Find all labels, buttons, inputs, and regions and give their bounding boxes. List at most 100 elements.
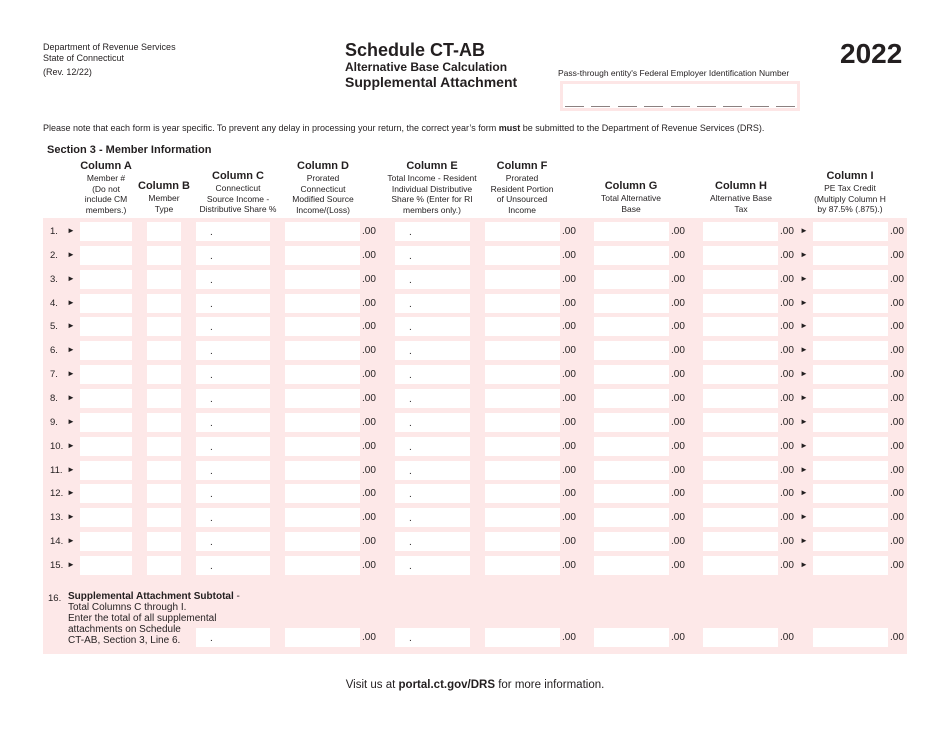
column-b-input[interactable]	[147, 412, 181, 432]
column-i-input[interactable]	[813, 222, 888, 241]
column-f-input[interactable]	[485, 293, 560, 313]
column-c-input[interactable]	[196, 436, 270, 456]
column-a-input[interactable]	[80, 555, 132, 575]
column-g-input[interactable]	[594, 293, 669, 313]
column-i-input[interactable]	[813, 532, 888, 552]
column-h-input[interactable]	[703, 555, 778, 575]
column-h-input[interactable]	[703, 293, 778, 313]
column-b-input[interactable]	[147, 222, 181, 241]
column-i-input[interactable]	[813, 365, 888, 385]
column-b-input[interactable]	[147, 436, 181, 456]
column-d-input[interactable]	[285, 436, 360, 456]
column-h-input[interactable]	[703, 628, 778, 647]
column-h-input[interactable]	[703, 269, 778, 289]
column-b-input[interactable]	[147, 484, 181, 504]
column-i-input[interactable]	[813, 555, 888, 575]
column-c-input[interactable]	[196, 628, 270, 647]
column-h-input[interactable]	[703, 388, 778, 408]
column-g-input[interactable]	[594, 317, 669, 337]
column-i-input[interactable]	[813, 245, 888, 265]
column-h-input[interactable]	[703, 317, 778, 337]
column-h-input[interactable]	[703, 222, 778, 241]
column-h-input[interactable]	[703, 341, 778, 361]
column-d-input[interactable]	[285, 412, 360, 432]
column-d-input[interactable]	[285, 365, 360, 385]
column-g-input[interactable]	[594, 508, 669, 528]
column-f-input[interactable]	[485, 269, 560, 289]
column-e-input[interactable]	[395, 269, 470, 289]
column-h-input[interactable]	[703, 412, 778, 432]
column-e-input[interactable]	[395, 222, 470, 241]
column-b-input[interactable]	[147, 293, 181, 313]
column-h-input[interactable]	[703, 508, 778, 528]
column-g-input[interactable]	[594, 269, 669, 289]
column-b-input[interactable]	[147, 317, 181, 337]
column-c-input[interactable]	[196, 245, 270, 265]
column-d-input[interactable]	[285, 293, 360, 313]
column-d-input[interactable]	[285, 555, 360, 575]
column-c-input[interactable]	[196, 460, 270, 480]
column-i-input[interactable]	[813, 269, 888, 289]
column-h-input[interactable]	[703, 245, 778, 265]
column-d-input[interactable]	[285, 532, 360, 552]
column-g-input[interactable]	[594, 341, 669, 361]
column-h-input[interactable]	[703, 460, 778, 480]
column-e-input[interactable]	[395, 436, 470, 456]
column-a-input[interactable]	[80, 508, 132, 528]
column-e-input[interactable]	[395, 245, 470, 265]
column-b-input[interactable]	[147, 245, 181, 265]
column-c-input[interactable]	[196, 269, 270, 289]
column-f-input[interactable]	[485, 412, 560, 432]
column-d-input[interactable]	[285, 460, 360, 480]
column-c-input[interactable]	[196, 532, 270, 552]
column-i-input[interactable]	[813, 484, 888, 504]
column-c-input[interactable]	[196, 555, 270, 575]
column-d-input[interactable]	[285, 269, 360, 289]
column-b-input[interactable]	[147, 555, 181, 575]
column-e-input[interactable]	[395, 532, 470, 552]
column-a-input[interactable]	[80, 293, 132, 313]
column-c-input[interactable]	[196, 508, 270, 528]
column-g-input[interactable]	[594, 412, 669, 432]
column-c-input[interactable]	[196, 222, 270, 241]
column-f-input[interactable]	[485, 460, 560, 480]
column-c-input[interactable]	[196, 412, 270, 432]
column-c-input[interactable]	[196, 293, 270, 313]
column-i-input[interactable]	[813, 460, 888, 480]
column-e-input[interactable]	[395, 388, 470, 408]
column-f-input[interactable]	[485, 436, 560, 456]
column-c-input[interactable]	[196, 388, 270, 408]
column-d-input[interactable]	[285, 484, 360, 504]
column-e-input[interactable]	[395, 341, 470, 361]
column-i-input[interactable]	[813, 388, 888, 408]
column-d-input[interactable]	[285, 508, 360, 528]
column-e-input[interactable]	[395, 365, 470, 385]
column-g-input[interactable]	[594, 436, 669, 456]
column-a-input[interactable]	[80, 365, 132, 385]
column-c-input[interactable]	[196, 365, 270, 385]
column-g-input[interactable]	[594, 365, 669, 385]
column-a-input[interactable]	[80, 317, 132, 337]
column-f-input[interactable]	[485, 555, 560, 575]
column-h-input[interactable]	[703, 436, 778, 456]
column-h-input[interactable]	[703, 484, 778, 504]
column-b-input[interactable]	[147, 388, 181, 408]
column-a-input[interactable]	[80, 532, 132, 552]
column-i-input[interactable]	[813, 628, 888, 647]
column-b-input[interactable]	[147, 460, 181, 480]
column-i-input[interactable]	[813, 341, 888, 361]
column-e-input[interactable]	[395, 293, 470, 313]
column-e-input[interactable]	[395, 628, 470, 647]
column-a-input[interactable]	[80, 460, 132, 480]
column-f-input[interactable]	[485, 222, 560, 241]
column-i-input[interactable]	[813, 436, 888, 456]
column-a-input[interactable]	[80, 436, 132, 456]
column-c-input[interactable]	[196, 317, 270, 337]
column-f-input[interactable]	[485, 388, 560, 408]
column-d-input[interactable]	[285, 341, 360, 361]
column-b-input[interactable]	[147, 341, 181, 361]
column-f-input[interactable]	[485, 508, 560, 528]
column-e-input[interactable]	[395, 317, 470, 337]
column-e-input[interactable]	[395, 508, 470, 528]
column-c-input[interactable]	[196, 484, 270, 504]
